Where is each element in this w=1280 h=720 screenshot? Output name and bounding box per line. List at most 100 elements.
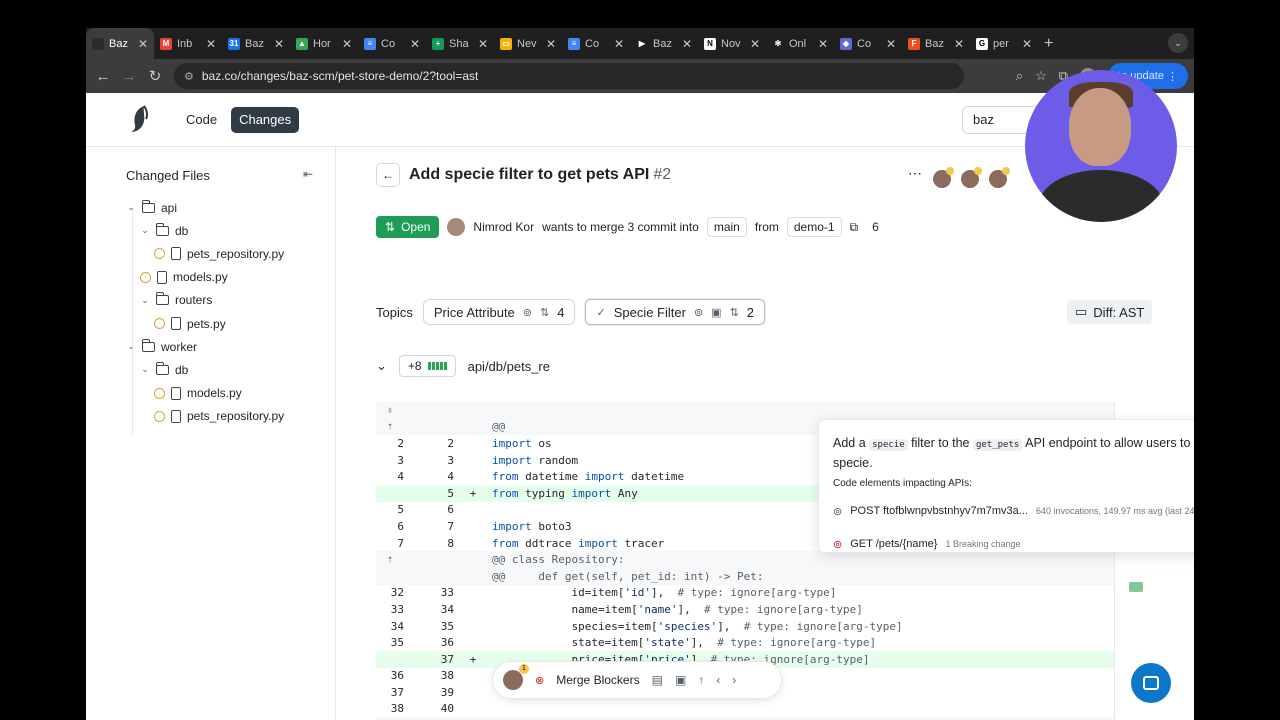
- arrow-left-icon: ←: [382, 168, 394, 182]
- chevron-left-icon[interactable]: ‹: [716, 673, 720, 687]
- chevron-down-icon[interactable]: ⌄: [140, 225, 150, 236]
- tab-title: Nev: [517, 37, 537, 50]
- address-bar[interactable]: ⚙ baz.co/changes/baz-scm/pet-store-demo/…: [174, 63, 964, 89]
- reviewer-avatar[interactable]: [931, 167, 954, 190]
- browser-tab[interactable]: ▲ Hor ✕: [290, 28, 358, 59]
- merge-blockers-label[interactable]: Merge Blockers: [556, 673, 639, 687]
- diff-sign: +: [469, 652, 477, 666]
- diff-mode-button[interactable]: ▭ Diff: AST: [1067, 300, 1153, 324]
- browser-tab[interactable]: 31 Baz ✕: [222, 28, 290, 59]
- browser-tab[interactable]: F Baz ✕: [902, 28, 970, 59]
- reload-icon[interactable]: ↻: [142, 67, 168, 85]
- close-tab-icon[interactable]: ✕: [682, 37, 692, 51]
- topic-specie-filter[interactable]: ✓ Specie Filter ⊚ ▣ ⇅ 2: [585, 299, 766, 325]
- tree-folder[interactable]: ⌄ api: [86, 196, 336, 219]
- tab-search-icon[interactable]: ⌄: [1168, 33, 1188, 53]
- tree-folder[interactable]: ⌄ routers: [86, 289, 336, 312]
- browser-tab[interactable]: Baz ✕: [86, 28, 154, 59]
- chevron-right-icon[interactable]: ›: [732, 673, 736, 687]
- hunk-header[interactable]: @@ def get(self, pet_id: int) -> Pet:: [376, 567, 1114, 585]
- modified-icon: ·: [140, 271, 151, 283]
- browser-tab[interactable]: ✻ Onl ✕: [766, 28, 834, 59]
- back-icon[interactable]: ←: [90, 68, 116, 85]
- notes-icon[interactable]: ▤: [652, 673, 663, 687]
- tree-file[interactable]: · pets_repository.py: [86, 405, 336, 428]
- tree-file[interactable]: · models.py: [86, 382, 336, 405]
- chevron-down-icon[interactable]: ⌄: [126, 341, 136, 352]
- browser-tab[interactable]: ▭ Nev ✕: [494, 28, 562, 59]
- expand-up-icon[interactable]: ⇡: [376, 421, 404, 432]
- copy-icon[interactable]: ⧉: [850, 220, 859, 235]
- browser-tab[interactable]: N Nov ✕: [698, 28, 766, 59]
- close-tab-icon[interactable]: ✕: [614, 37, 624, 51]
- close-tab-icon[interactable]: ✕: [886, 37, 896, 51]
- tree-folder[interactable]: ⌄ db: [86, 358, 336, 381]
- arrow-up-icon[interactable]: ↑: [698, 673, 704, 687]
- browser-tab[interactable]: ▶ Baz ✕: [630, 28, 698, 59]
- base-branch[interactable]: main: [706, 217, 747, 237]
- author-name[interactable]: Nimrod Kor: [473, 220, 534, 234]
- reviewer-avatars: [931, 167, 1010, 190]
- browser-tab[interactable]: ◆ Co ✕: [834, 28, 902, 59]
- nav-changes[interactable]: Changes: [231, 107, 300, 133]
- close-tab-icon[interactable]: ✕: [274, 37, 284, 51]
- api-meta: 1 Breaking change: [945, 539, 1021, 549]
- close-tab-icon[interactable]: ✕: [410, 37, 420, 51]
- browser-tab[interactable]: M Inb ✕: [154, 28, 222, 59]
- close-tab-icon[interactable]: ✕: [546, 37, 556, 51]
- head-branch[interactable]: demo-1: [786, 217, 842, 237]
- browser-tab[interactable]: ≡ Co ✕: [358, 28, 426, 59]
- old-line-number: 34: [390, 619, 404, 633]
- close-tab-icon[interactable]: ✕: [206, 37, 216, 51]
- tree-file[interactable]: · pets.py: [86, 312, 336, 335]
- tree-folder[interactable]: ⌄ db: [86, 219, 336, 242]
- file-path[interactable]: api/db/pets_re: [468, 359, 550, 374]
- back-button[interactable]: ←: [376, 163, 400, 187]
- api-row[interactable]: ⊚ GET /pets/{name} 1 Breaking change ›: [833, 535, 1194, 553]
- more-options-icon[interactable]: ⋯: [908, 165, 923, 182]
- reviewer-avatar[interactable]: [503, 664, 529, 690]
- title-part: filter to the: [907, 436, 973, 450]
- topic-name: Specie Filter: [613, 304, 686, 320]
- expand-icon[interactable]: ⇳: [376, 405, 404, 416]
- close-tab-icon[interactable]: ✕: [818, 37, 828, 51]
- chevron-down-icon[interactable]: ⌄: [140, 295, 150, 306]
- nav-code[interactable]: Code: [178, 107, 225, 133]
- close-tab-icon[interactable]: ✕: [478, 37, 488, 51]
- bookmark-star-icon[interactable]: ☆: [1035, 68, 1047, 84]
- tree-file[interactable]: · models.py: [86, 266, 336, 289]
- chat-support-button[interactable]: [1131, 663, 1171, 703]
- chevron-down-icon[interactable]: ⌄: [376, 358, 387, 374]
- browser-tab[interactable]: Gper ✕: [970, 28, 1038, 59]
- tree-folder[interactable]: ⌄ worker: [86, 335, 336, 358]
- expand-row[interactable]: ⇳: [376, 402, 1114, 419]
- comment-icon[interactable]: [1129, 582, 1143, 592]
- reviewer-avatar[interactable]: [959, 167, 982, 190]
- tab-title: Baz: [109, 37, 128, 50]
- site-info-icon[interactable]: ⚙: [184, 70, 194, 83]
- forward-icon[interactable]: →: [116, 68, 142, 85]
- new-tab-button[interactable]: +: [1044, 35, 1053, 53]
- close-tab-icon[interactable]: ✕: [342, 37, 352, 51]
- hunk-header[interactable]: ⇡ @@ class Repository:: [376, 551, 1114, 568]
- code-line: 38 40: [376, 701, 1114, 718]
- reviewer-avatar[interactable]: [987, 167, 1010, 190]
- close-tab-icon[interactable]: ✕: [138, 37, 148, 51]
- collapse-sidebar-icon[interactable]: ⇤: [303, 167, 313, 181]
- baz-logo-icon[interactable]: [128, 105, 150, 133]
- api-row[interactable]: ⊚ POST ftofblwnpvbstnhyv7m7mv3a... 640 i…: [833, 502, 1194, 520]
- url-text: baz.co/changes/baz-scm/pet-store-demo/2?…: [201, 69, 479, 83]
- close-tab-icon[interactable]: ✕: [1022, 37, 1032, 51]
- browser-toolbar: ← → ↻ ⚙ baz.co/changes/baz-scm/pet-store…: [86, 59, 1194, 93]
- expand-up-icon[interactable]: ⇡: [376, 554, 404, 565]
- clipboard-icon[interactable]: ▣: [675, 673, 686, 687]
- chevron-down-icon[interactable]: ⌄: [126, 202, 136, 213]
- topic-price-attribute[interactable]: Price Attribute ⊚ ⇅ 4: [422, 299, 576, 325]
- browser-tab[interactable]: ≡ Co ✕: [562, 28, 630, 59]
- close-tab-icon[interactable]: ✕: [750, 37, 760, 51]
- chevron-down-icon[interactable]: ⌄: [140, 364, 150, 375]
- tree-file[interactable]: · pets_repository.py: [86, 242, 336, 265]
- close-tab-icon[interactable]: ✕: [954, 37, 964, 51]
- zoom-icon[interactable]: ⌕: [1016, 68, 1023, 84]
- browser-tab[interactable]: + Sha ✕: [426, 28, 494, 59]
